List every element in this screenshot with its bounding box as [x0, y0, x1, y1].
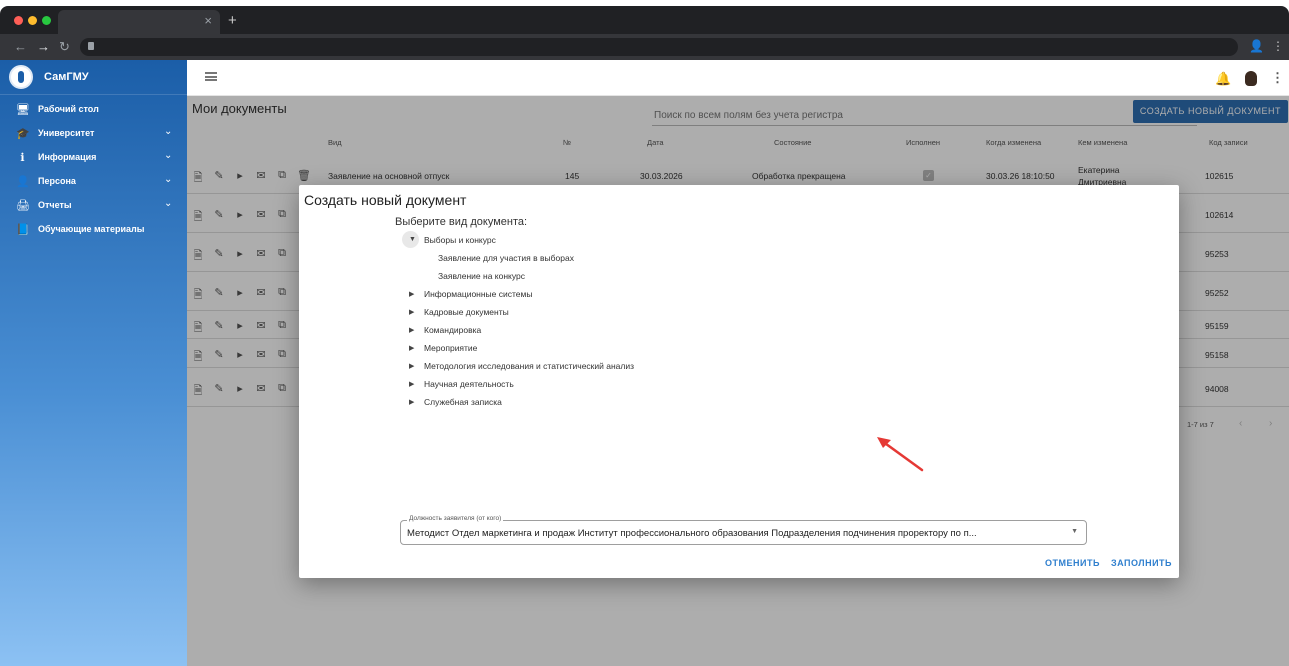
caret-down-icon[interactable]: ▼ — [409, 236, 416, 243]
sidebar-item-label: Рабочий стол — [38, 104, 99, 114]
graduation-cap-icon: 🎓 — [16, 128, 30, 140]
tree-category[interactable]: Мероприятие — [424, 343, 477, 353]
caret-right-icon[interactable]: ▶ — [409, 308, 414, 316]
tree-category[interactable]: Информационные системы — [424, 289, 532, 299]
tree-category[interactable]: Служебная записка — [424, 397, 502, 407]
tree-category[interactable]: Выборы и конкурс — [424, 235, 496, 245]
field-label: Должность заявителя (от кого) — [407, 515, 504, 522]
sidebar-item-label: Обучающие материалы — [38, 224, 145, 234]
hamburger-menu-icon[interactable] — [205, 72, 217, 81]
app-bar: 🔔 ⋮ — [187, 60, 1289, 96]
brand[interactable]: СамГМУ — [0, 60, 187, 95]
reload-icon[interactable]: ↻ — [59, 39, 70, 55]
sidebar-item-1[interactable]: 🖥 Рабочий стол — [0, 99, 187, 121]
field-value: Методист Отдел маркетинга и продаж Инсти… — [407, 528, 977, 539]
university-logo-icon — [9, 65, 33, 89]
sidebar-item-label: Университет — [38, 128, 95, 138]
back-icon[interactable]: ← — [14, 39, 27, 54]
dialog-subtitle: Выберите вид документа: — [395, 216, 528, 228]
sidebar-item-label: Персона — [38, 176, 76, 186]
sidebar-item-label: Отчеты — [38, 200, 72, 210]
sidebar-item-4[interactable]: 👤 Персона ⌄ — [0, 171, 187, 193]
caret-right-icon[interactable]: ▶ — [409, 362, 414, 370]
sidebar-item-2[interactable]: 🎓 Университет ⌄ — [0, 123, 187, 145]
caret-right-icon[interactable]: ▶ — [409, 326, 414, 334]
tree-document-type[interactable]: Заявление для участия в выборах — [438, 253, 574, 263]
tree-document-type[interactable]: Заявление на конкурс — [438, 271, 525, 281]
cancel-button[interactable]: ОТМЕНИТЬ — [1045, 558, 1100, 568]
training-icon: 📘 — [16, 224, 30, 236]
browser-toolbar: ← → ↻ 👤 ⋮ — [0, 34, 1289, 60]
browser-tab[interactable]: × — [58, 10, 220, 34]
new-tab-icon[interactable]: + — [228, 12, 237, 29]
chevron-down-icon[interactable]: ⌄ — [164, 198, 172, 209]
screen: × + ← → ↻ 👤 ⋮ СамГМУ 🖥 Рабочий стол 🎓 Униве… — [0, 0, 1289, 666]
desktop-icon: 🖥 — [16, 104, 30, 116]
caret-right-icon[interactable]: ▶ — [409, 398, 414, 406]
caret-right-icon[interactable]: ▶ — [409, 380, 414, 388]
close-window-dot[interactable] — [14, 16, 23, 25]
sidebar-item-6[interactable]: 📘 Обучающие материалы — [0, 219, 187, 241]
forward-icon[interactable]: → — [37, 39, 50, 54]
close-tab-icon[interactable]: × — [204, 13, 212, 28]
applicant-position-select[interactable]: Должность заявителя (от кого) Методист О… — [400, 515, 1087, 545]
sidebar-item-5[interactable]: 🖨 Отчеты ⌄ — [0, 195, 187, 217]
printer-icon: 🖨 — [16, 200, 30, 212]
dialog-title: Создать новый документ — [304, 192, 467, 208]
fill-button[interactable]: ЗАПОЛНИТЬ — [1111, 558, 1172, 568]
chevron-down-icon[interactable]: ⌄ — [164, 126, 172, 137]
info-icon: ℹ — [20, 152, 25, 164]
tree-category[interactable]: Научная деятельность — [424, 379, 514, 389]
maximize-window-dot[interactable] — [42, 16, 51, 25]
chevron-down-icon[interactable]: ⌄ — [164, 174, 172, 185]
tree-category[interactable]: Кадровые документы — [424, 307, 509, 317]
lock-icon — [88, 42, 94, 50]
annotation-arrow-icon — [877, 437, 924, 472]
browser-tab-bar: × + — [0, 6, 1289, 34]
more-options-icon[interactable]: ⋮ — [1271, 70, 1284, 86]
person-icon: 👤 — [16, 176, 30, 188]
sidebar: СамГМУ 🖥 Рабочий стол 🎓 Университет ⌄ ℹ Информ… — [0, 60, 187, 666]
chevron-down-icon[interactable]: ⌄ — [164, 150, 172, 161]
caret-right-icon[interactable]: ▶ — [409, 290, 414, 298]
profile-icon[interactable]: 👤 — [1249, 39, 1264, 53]
address-bar[interactable] — [80, 38, 1238, 56]
dropdown-caret-icon[interactable]: ▼ — [1071, 528, 1078, 535]
sidebar-item-label: Информация — [38, 152, 97, 162]
create-document-dialog: Создать новый документ Выберите вид доку… — [299, 185, 1179, 578]
caret-right-icon[interactable]: ▶ — [409, 344, 414, 352]
sidebar-item-3[interactable]: ℹ Информация ⌄ — [0, 147, 187, 169]
bell-icon[interactable]: 🔔 — [1215, 71, 1231, 87]
tree-category[interactable]: Методология исследования и статистически… — [424, 361, 634, 371]
avatar[interactable] — [1245, 71, 1257, 86]
tree-category[interactable]: Командировка — [424, 325, 481, 335]
brand-name: СамГМУ — [44, 71, 89, 83]
minimize-window-dot[interactable] — [28, 16, 37, 25]
browser-menu-icon[interactable]: ⋮ — [1272, 39, 1284, 53]
